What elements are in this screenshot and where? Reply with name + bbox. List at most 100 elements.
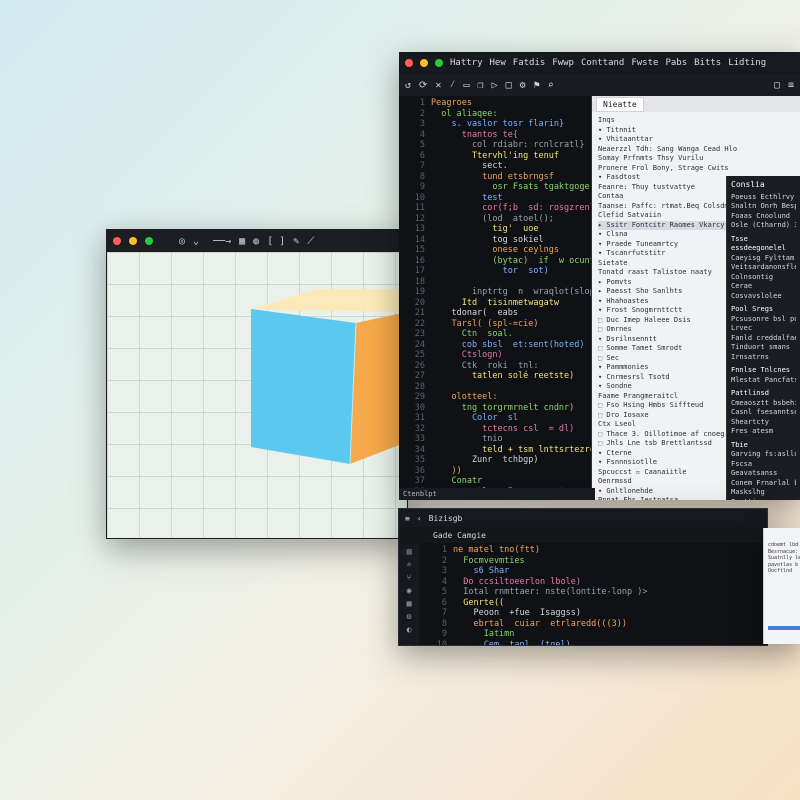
line-tool-icon[interactable]: ⌄ bbox=[193, 236, 199, 247]
explorer-icon[interactable]: ▤ bbox=[407, 547, 412, 556]
code-line[interactable]: 2 Focmvevmties bbox=[421, 556, 767, 567]
code-line[interactable]: 10 Cem tanl (tgel) bbox=[421, 640, 767, 646]
code-line[interactable]: 16 (bytac) if w ocuntr ir ltl) bbox=[399, 256, 591, 267]
code-line[interactable]: 11 cor(f;b sd: rosgzrenl} bbox=[399, 203, 591, 214]
property-row[interactable]: Tinduort smans bbox=[731, 343, 796, 353]
property-row[interactable]: Caeyisg Fylttam bbox=[731, 254, 796, 264]
tree-item[interactable]: Somay Prfnmts Thsy Vurilu bbox=[598, 154, 796, 164]
code-line[interactable]: 29 olotteel: bbox=[399, 392, 591, 403]
code-line[interactable]: 31 Color sl bbox=[399, 413, 591, 424]
property-row[interactable]: Fres atesm bbox=[731, 427, 796, 437]
code-line[interactable]: 13 tig' uoe bbox=[399, 224, 591, 235]
code-line[interactable]: 33 tnio bbox=[399, 434, 591, 445]
menu-item[interactable]: Fatdis bbox=[513, 58, 546, 68]
property-row[interactable]: Irnsatrns bbox=[731, 353, 796, 363]
property-row[interactable]: Casnl fsesanntseilr bbox=[731, 408, 796, 418]
code-line[interactable]: 35 Zunr tchbgp) bbox=[399, 455, 591, 466]
menu-item[interactable]: Fwwp bbox=[552, 58, 574, 68]
code-line[interactable]: 21 tdonar( eabs bbox=[399, 308, 591, 319]
code-line[interactable]: 24 cob sbsl et:sent(hoted) bbox=[399, 340, 591, 351]
property-section-heading[interactable]: Fnnlse Tnlcnes bbox=[731, 366, 796, 376]
code-line[interactable]: 20 Itd tisinmetwagatw bbox=[399, 298, 591, 309]
search-icon[interactable]: ⌕ bbox=[548, 80, 554, 91]
property-row[interactable]: Cmeaosztt bsbehing bbox=[731, 399, 796, 409]
menu-item[interactable]: Hattry bbox=[450, 58, 483, 68]
code-line[interactable]: 23 Ctn soal. bbox=[399, 329, 591, 340]
menu-item[interactable]: Bitts bbox=[694, 58, 721, 68]
code-line[interactable]: 6 Genrte(( bbox=[421, 598, 767, 609]
property-section-heading[interactable]: Tbie bbox=[731, 441, 796, 451]
code-line[interactable]: 25 Ctslogn) bbox=[399, 350, 591, 361]
property-row[interactable]: Sheartcty bbox=[731, 418, 796, 428]
code-line[interactable]: 3 s. vaslor tosr flarin} bbox=[399, 119, 591, 130]
brush-icon[interactable]: ⁄ bbox=[449, 79, 455, 91]
code-line[interactable]: 12 (lod atoel(); bbox=[399, 214, 591, 225]
code-line[interactable]: 34 teld + tsm lnttsrtezrcle) bbox=[399, 445, 591, 456]
menu-item[interactable]: Lidting bbox=[728, 58, 766, 68]
close-window-button[interactable] bbox=[405, 59, 413, 67]
secondary-code-pane[interactable]: 1 ne matel tno(ftt) 2 Focmvevmties 3 s6 Sha… bbox=[421, 543, 767, 645]
camera-icon[interactable]: ◎ bbox=[179, 236, 185, 247]
redo-icon[interactable]: ⟳ bbox=[419, 80, 427, 91]
code-line[interactable]: 8 ebrtal cuiar etrlaredd(((3)) bbox=[421, 619, 767, 630]
minimize-window-button[interactable] bbox=[420, 59, 428, 67]
code-line[interactable]: 3 s6 Shar bbox=[421, 566, 767, 577]
code-line[interactable]: 30 tng torgrmrnelt cndnr) bbox=[399, 403, 591, 414]
code-line[interactable]: 32 tctecns csl = dl) bbox=[399, 424, 591, 435]
property-row[interactable]: Fanld creddalfaesu bbox=[731, 334, 796, 344]
menu-item[interactable]: Conttand bbox=[581, 58, 624, 68]
copy-icon[interactable]: ▭ bbox=[463, 80, 469, 91]
property-row[interactable]: Garving fs:asllovs bbox=[731, 450, 796, 460]
run-icon[interactable]: ▷ bbox=[492, 80, 498, 91]
pencil-icon[interactable]: ✎ bbox=[293, 236, 299, 247]
code-line[interactable]: 4 tnantos te{ bbox=[399, 130, 591, 141]
code-line[interactable]: 26 Ctk roki tnl: bbox=[399, 361, 591, 372]
code-line[interactable]: 36 )) bbox=[399, 466, 591, 477]
settings-icon[interactable]: ⟋ bbox=[307, 236, 314, 247]
build-icon[interactable]: ⚙ bbox=[520, 80, 526, 91]
property-row[interactable]: Colnsontig bbox=[731, 273, 796, 283]
paste-icon[interactable]: ❐ bbox=[478, 80, 484, 91]
search-icon[interactable]: ⌕ bbox=[407, 560, 412, 569]
code-line[interactable]: 5 Iotal rnmttaer: nste(lontite-lonp )> bbox=[421, 587, 767, 598]
bracket-icon[interactable]: [ ] bbox=[267, 236, 285, 247]
minimize-window-button[interactable] bbox=[129, 237, 137, 245]
account-icon[interactable]: ◐ bbox=[407, 625, 412, 634]
property-row[interactable]: Lrvec bbox=[731, 324, 796, 334]
git-icon[interactable]: ⑂ bbox=[407, 573, 412, 582]
tree-item[interactable]: Neaerzzl Tdh: Sang Wanga Cead Hlo bbox=[598, 145, 796, 155]
tree-item[interactable]: Inqs bbox=[598, 116, 796, 126]
property-row[interactable]: Fscsa bbox=[731, 460, 796, 470]
code-line[interactable]: 8 tund etsbrngsf bbox=[399, 172, 591, 183]
code-line[interactable]: 9 osr Fsats tgaktgoge) bbox=[399, 182, 591, 193]
stop-icon[interactable]: □ bbox=[506, 80, 512, 91]
grid-icon[interactable]: ▦ bbox=[239, 236, 245, 247]
property-row[interactable]: Maskslhg bbox=[731, 488, 796, 498]
maximize-window-button[interactable] bbox=[145, 237, 153, 245]
code-line[interactable]: 6 Ttervhl'ing tenuf bbox=[399, 151, 591, 162]
debug-icon[interactable]: ◉ bbox=[407, 586, 412, 595]
code-line[interactable]: 5 col rdiabr: rcnlcratl} bbox=[399, 140, 591, 151]
property-item[interactable]: Osle (Ctharnd) 3'72 bbox=[731, 221, 796, 231]
property-row[interactable]: Conem Frnarlal bsohr bbox=[731, 479, 796, 489]
property-item[interactable]: Snaltn Onrh Bespy bbox=[731, 202, 796, 212]
code-line[interactable]: 2 ol aliaqee: bbox=[399, 109, 591, 120]
maximize-window-button[interactable] bbox=[435, 59, 443, 67]
close-window-button[interactable] bbox=[113, 237, 121, 245]
undo-icon[interactable]: ↺ bbox=[405, 80, 411, 91]
tree-item[interactable]: ▾ Titnnit bbox=[598, 126, 796, 136]
tree-item[interactable]: ▾ Vhitaanttar bbox=[598, 135, 796, 145]
code-line[interactable]: 28 bbox=[399, 382, 591, 393]
property-row[interactable]: Geavatsanss bbox=[731, 469, 796, 479]
property-item[interactable]: Foaas Cnoolund bbox=[731, 212, 796, 222]
property-section-heading[interactable]: Tsse essdeegonelel bbox=[731, 235, 796, 254]
3d-canvas[interactable] bbox=[107, 252, 407, 538]
code-pane[interactable]: 1 Peagroes 2 ol aliaqee: 3 s. vaslor tosr f… bbox=[399, 96, 591, 500]
menu-icon[interactable]: ≡ bbox=[788, 80, 794, 91]
debug-icon[interactable]: ⚑ bbox=[534, 80, 540, 91]
code-line[interactable]: 18 bbox=[399, 277, 591, 288]
settings-icon[interactable]: ⚙ bbox=[407, 612, 412, 621]
property-row[interactable]: Mlestat Pancfatsly bbox=[731, 376, 796, 386]
code-line[interactable]: 7 Peoon +fue Isaggss) bbox=[421, 608, 767, 619]
globe-icon[interactable]: ◍ bbox=[253, 236, 259, 247]
